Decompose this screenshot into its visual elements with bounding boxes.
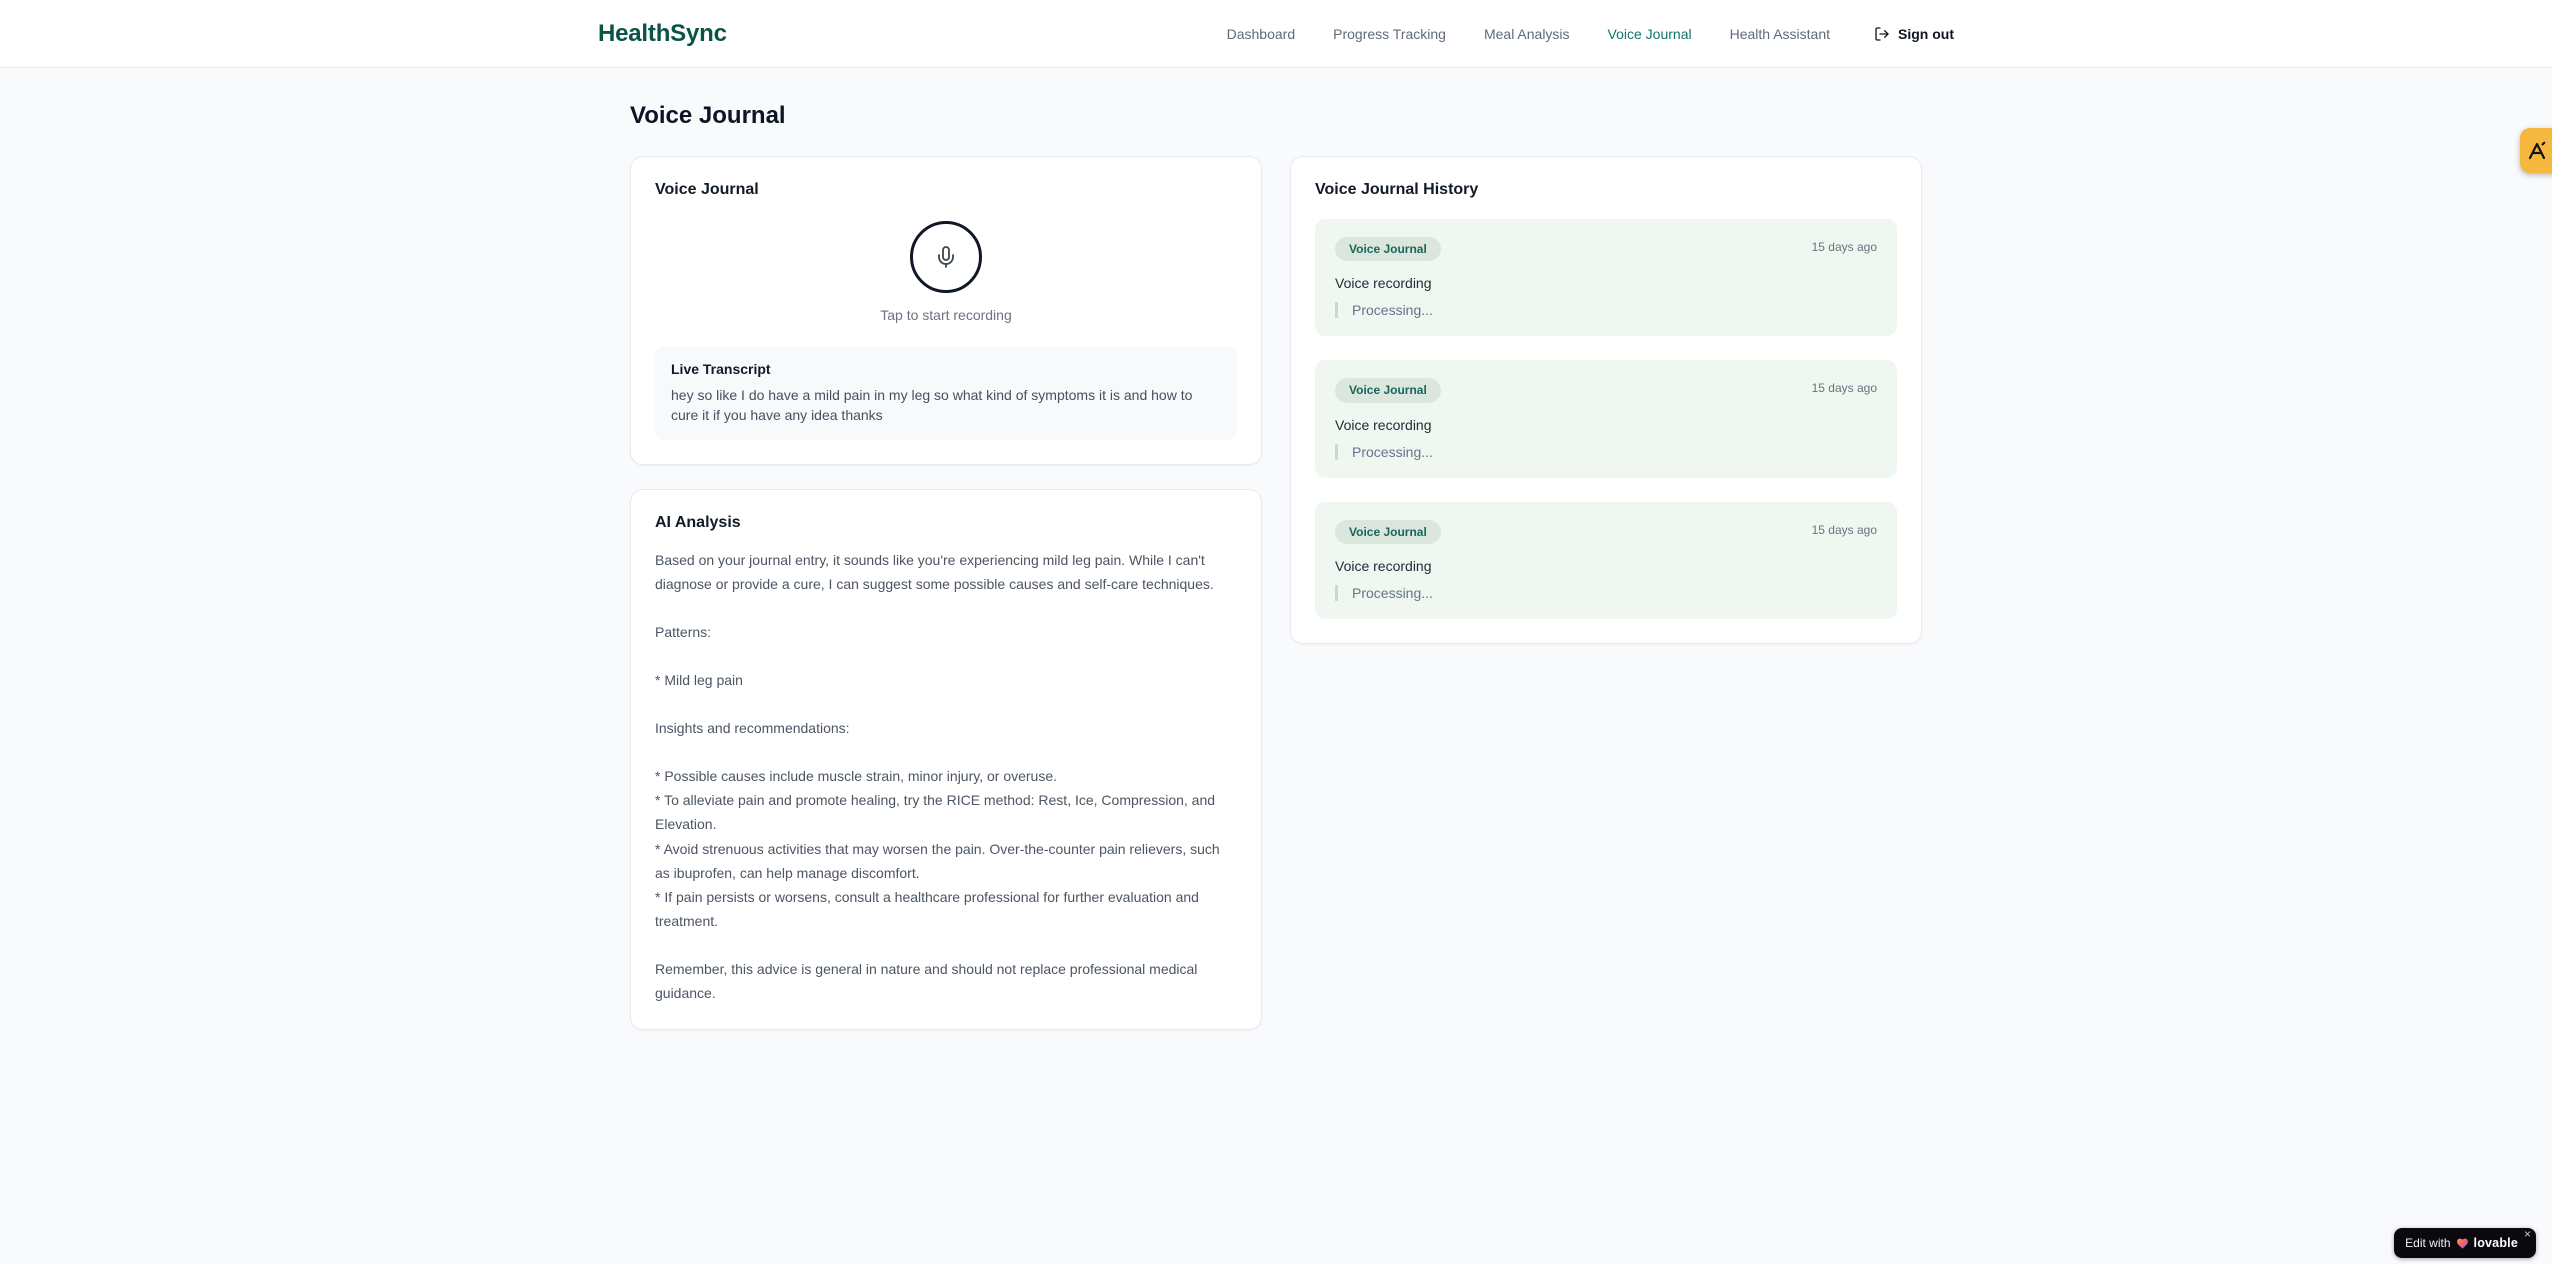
- main-nav: Dashboard Progress Tracking Meal Analysi…: [1227, 26, 1954, 42]
- entry-timestamp: 15 days ago: [1811, 240, 1877, 254]
- ai-analysis-card: AI Analysis Based on your journal entry,…: [630, 488, 1262, 1031]
- record-button[interactable]: [910, 221, 982, 293]
- right-column: Voice Journal History Voice Journal 15 d…: [1290, 156, 1922, 645]
- nav-item-health-assistant[interactable]: Health Assistant: [1730, 26, 1830, 42]
- history-entry-list: Voice Journal 15 days ago Voice recordin…: [1315, 219, 1897, 620]
- page-title: Voice Journal: [630, 102, 786, 129]
- close-icon[interactable]: ×: [2524, 1228, 2531, 1240]
- entry-title: Voice recording: [1335, 275, 1432, 292]
- entry-timestamp: 15 days ago: [1811, 522, 1877, 537]
- edit-with-lovable-badge[interactable]: Edit with lovable ×: [2394, 1228, 2536, 1258]
- log-out-icon: [1875, 26, 1889, 41]
- journal-entry[interactable]: Voice Journal 15 days ago Voice recordin…: [1315, 219, 1897, 337]
- voice-recorder-card: Voice Journal Tap to start recording Liv…: [630, 156, 1262, 465]
- entry-title: Voice recording: [1335, 416, 1432, 433]
- nav-item-dashboard[interactable]: Dashboard: [1227, 26, 1296, 42]
- nav-item-progress-tracking[interactable]: Progress Tracking: [1333, 26, 1446, 42]
- lovable-select-icon: [2528, 141, 2546, 159]
- journal-entry[interactable]: Voice Journal 15 days ago Voice recordin…: [1315, 360, 1897, 478]
- live-transcript-box: Live Transcript hey so like I do have a …: [655, 347, 1237, 440]
- entry-status: Processing...: [1335, 302, 1877, 319]
- entry-status: Processing...: [1335, 443, 1877, 460]
- top-navbar: HealthSync Dashboard Progress Tracking M…: [0, 0, 2552, 68]
- select-tool-badge[interactable]: [2520, 128, 2552, 173]
- recorder-card-title: Voice Journal: [655, 181, 759, 198]
- sign-out-label: Sign out: [1898, 25, 1954, 42]
- tap-to-record-hint: Tap to start recording: [880, 307, 1012, 323]
- history-card-title: Voice Journal History: [1315, 181, 1479, 198]
- live-transcript-text: hey so like I do have a mild pain in my …: [671, 387, 1193, 424]
- sign-out-button[interactable]: Sign out: [1874, 26, 1954, 42]
- nav-item-meal-analysis[interactable]: Meal Analysis: [1484, 26, 1570, 42]
- left-column: Voice Journal Tap to start recording Liv…: [630, 156, 1262, 1031]
- entry-title: Voice recording: [1335, 558, 1432, 575]
- live-transcript-title: Live Transcript: [671, 361, 771, 377]
- entry-type-badge: Voice Journal: [1335, 519, 1441, 545]
- entry-type-badge: Voice Journal: [1335, 378, 1441, 403]
- edit-badge-prefix: Edit with: [2405, 1236, 2451, 1250]
- edit-badge-brand: lovable: [2473, 1236, 2518, 1250]
- ai-analysis-title: AI Analysis: [655, 513, 741, 531]
- entry-timestamp: 15 days ago: [1811, 381, 1877, 396]
- app-logo[interactable]: HealthSync: [598, 20, 727, 48]
- entry-status: Processing...: [1335, 585, 1877, 602]
- entry-type-badge: Voice Journal: [1335, 237, 1441, 262]
- gradient-heart-icon: [2456, 1238, 2468, 1249]
- journal-entry[interactable]: Voice Journal 15 days ago Voice recordin…: [1315, 501, 1897, 620]
- ai-analysis-text: Based on your journal entry, it sounds l…: [655, 551, 1220, 1001]
- voice-journal-history-card: Voice Journal History Voice Journal 15 d…: [1290, 156, 1922, 645]
- nav-item-voice-journal[interactable]: Voice Journal: [1608, 26, 1692, 42]
- mic-icon: [938, 246, 954, 268]
- main-content: Voice Journal Voice Journal Tap to start…: [630, 68, 1922, 1031]
